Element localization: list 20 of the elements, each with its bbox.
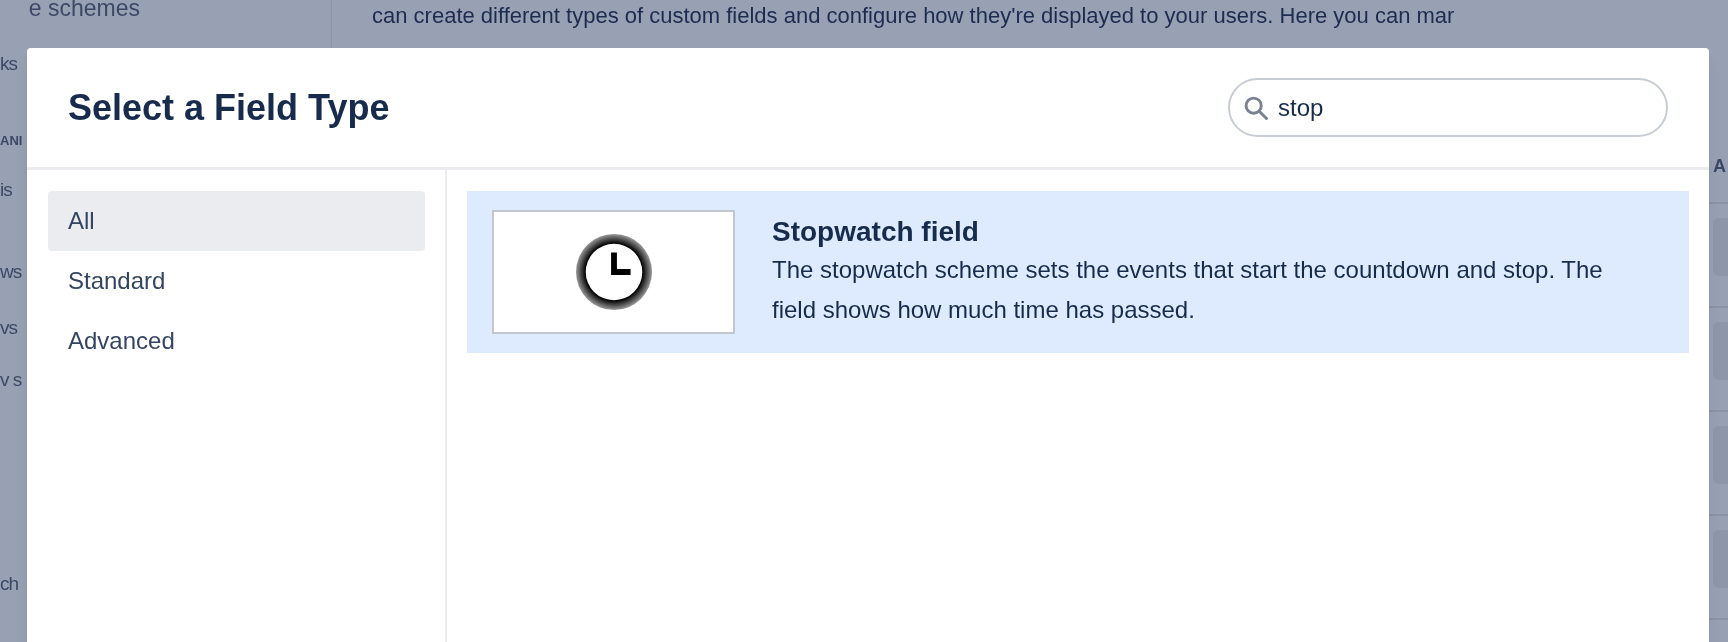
sidebar-link[interactable]: e schemes (28, 0, 140, 22)
sidebar-heading: ANI (0, 132, 23, 150)
sidebar-link[interactable]: vs (0, 314, 17, 342)
sidebar-link[interactable]: ks (0, 50, 17, 78)
sidebar-link[interactable]: ws (0, 258, 22, 286)
category-item[interactable]: Standard (48, 251, 425, 311)
search-bar[interactable]: stop (1228, 78, 1668, 137)
intro-text: can create different types of custom fields and configure how they're displayed to your users. Here you can mar (372, 3, 1455, 28)
search-input[interactable]: stop (1278, 89, 1654, 126)
sidebar-link[interactable]: v s (0, 366, 22, 394)
dialog-title: Select a Field Type (68, 85, 390, 130)
option-description: The stopwatch scheme sets the events that start the countdown and stop. The field shows how much time has passed. (772, 255, 1604, 325)
sidebar-link[interactable]: is (0, 176, 12, 204)
panel-heading: A (1712, 155, 1727, 178)
category-item[interactable]: All (48, 191, 425, 251)
sidebar-link[interactable]: ch (0, 570, 19, 598)
clock-icon (574, 233, 653, 311)
field-type-option[interactable]: Stopwatch field The stopwatch scheme sets the events that start the countdown and stop. The field shows how much time has passed. (467, 191, 1689, 353)
category-item[interactable]: Advanced (48, 311, 425, 371)
option-title: Stopwatch field (772, 215, 980, 249)
